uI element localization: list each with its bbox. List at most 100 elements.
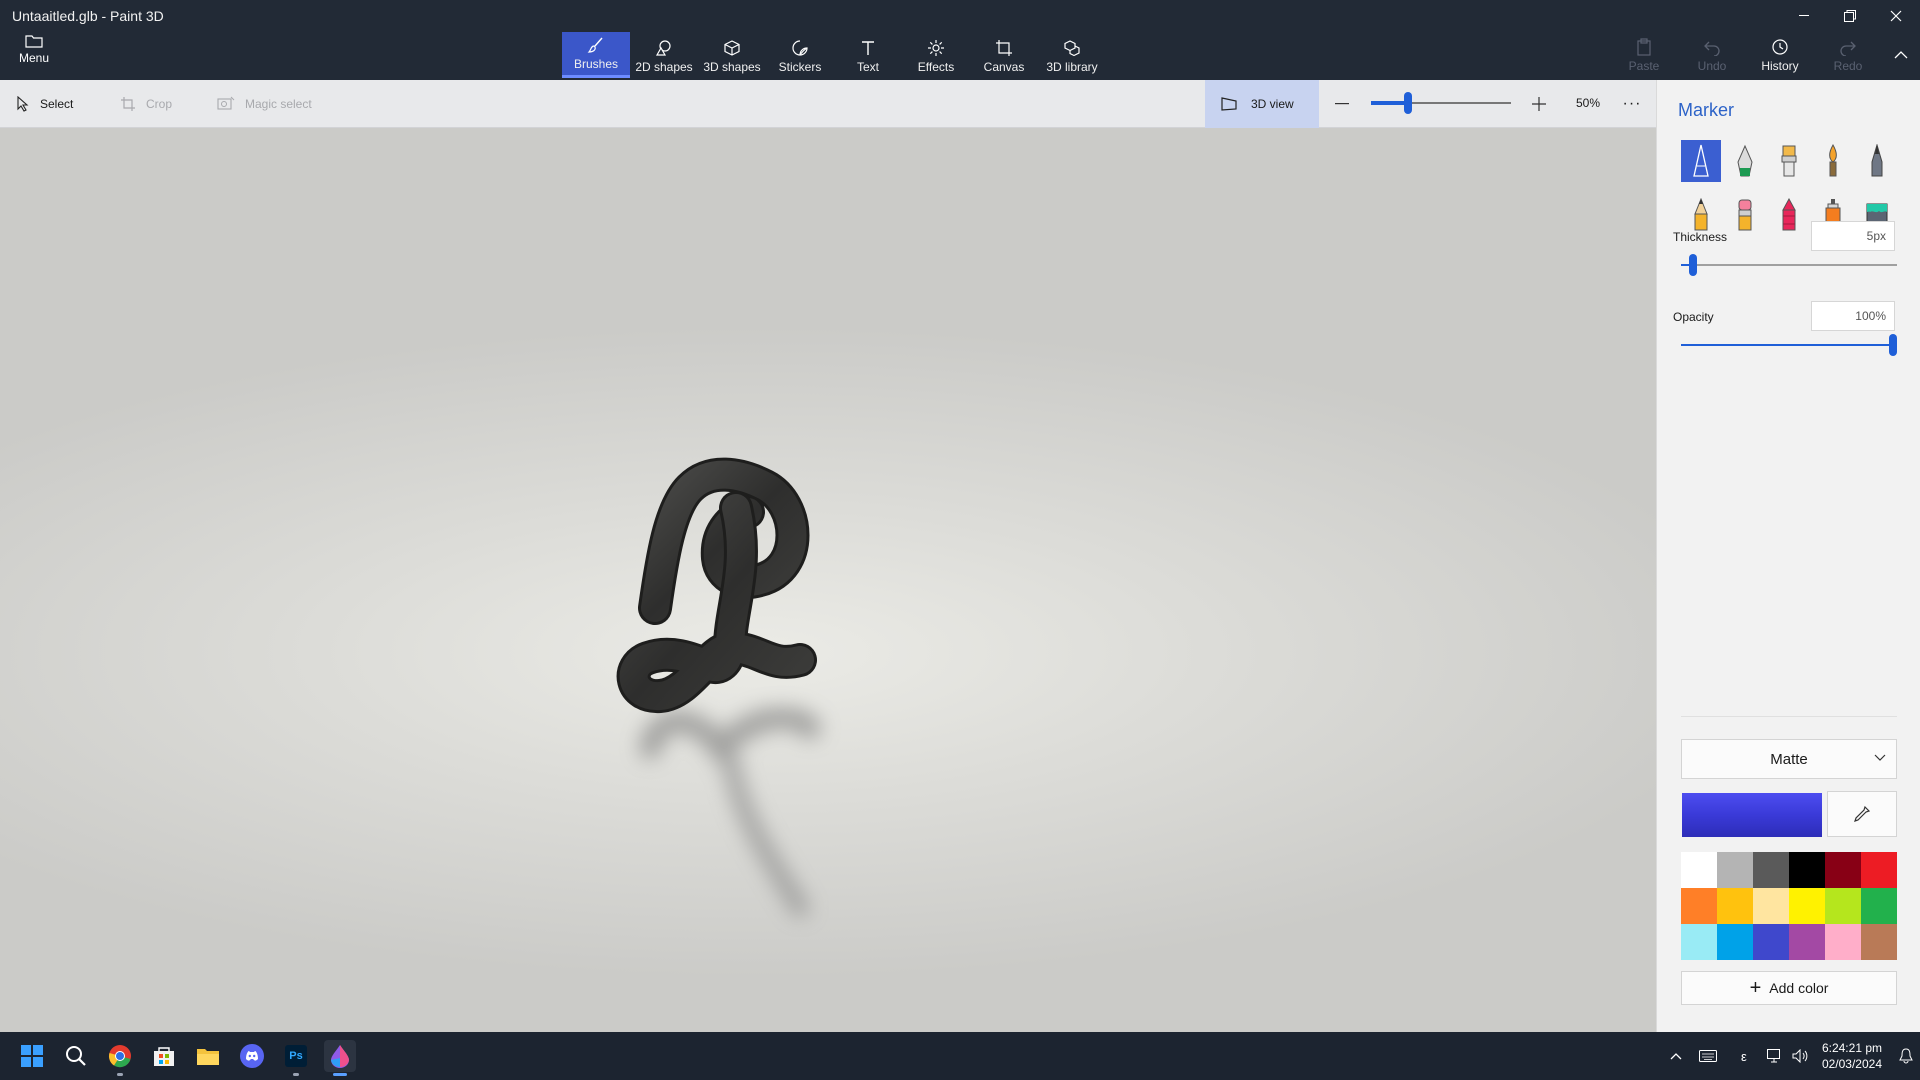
tab-effects[interactable]: Effects	[902, 32, 970, 78]
panel-divider	[1681, 716, 1897, 717]
3d-shapes-icon	[724, 40, 740, 56]
thickness-label: Thickness	[1673, 230, 1728, 244]
thickness-slider-thumb[interactable]	[1689, 254, 1697, 276]
taskbar: Ps ε 6:24:21 pm 02/03/2024	[0, 1032, 1920, 1080]
color-swatch[interactable]	[1717, 888, 1753, 924]
volume-button[interactable]	[1788, 1049, 1812, 1063]
zoom-level: 50%	[1576, 96, 1601, 110]
file-explorer-app[interactable]	[192, 1040, 224, 1072]
color-swatch[interactable]	[1861, 924, 1897, 960]
input-method-indicator[interactable]: ε	[1726, 1049, 1762, 1064]
photoshop-app[interactable]: Ps	[280, 1040, 312, 1076]
pixel-pen-brush[interactable]	[1857, 140, 1897, 182]
file-explorer-icon	[197, 1049, 219, 1065]
eyedropper-icon	[1854, 805, 1871, 822]
zoom-slider-thumb[interactable]	[1404, 92, 1412, 114]
eyedropper-button[interactable]	[1827, 791, 1897, 837]
paint3d-app[interactable]	[324, 1040, 356, 1076]
zoom-in-button[interactable]	[1527, 92, 1551, 116]
color-swatch[interactable]	[1861, 852, 1897, 888]
tab-label: Text	[856, 60, 879, 74]
search-button[interactable]	[60, 1040, 92, 1072]
tab-3d-shapes[interactable]: 3D shapes	[698, 32, 766, 78]
history-button[interactable]: History	[1746, 32, 1814, 78]
add-color-button[interactable]: + Add color	[1681, 971, 1897, 1005]
add-color-label: Add color	[1769, 980, 1829, 996]
zoom-out-button[interactable]	[1330, 93, 1354, 115]
calligraphy-pen-icon	[1737, 144, 1753, 177]
restore-button[interactable]	[1832, 4, 1868, 28]
3d-letter-model[interactable]	[600, 408, 920, 808]
pixel-pen-icon	[1871, 144, 1883, 177]
color-swatch[interactable]	[1753, 888, 1789, 924]
tab-3d-library[interactable]: 3D library	[1038, 32, 1106, 78]
notifications-button[interactable]	[1892, 1048, 1920, 1064]
brushes-panel: Marker Thickness 5px Opacity 100% Matte …	[1656, 80, 1920, 1032]
menu-button[interactable]: Menu	[10, 34, 58, 74]
eraser-brush[interactable]	[1725, 194, 1765, 236]
color-swatch[interactable]	[1681, 888, 1717, 924]
tab-label: Stickers	[778, 60, 822, 74]
color-swatch[interactable]	[1825, 852, 1861, 888]
color-swatch[interactable]	[1825, 888, 1861, 924]
undo-button[interactable]: Undo	[1678, 32, 1746, 78]
discord-app[interactable]	[236, 1040, 268, 1072]
3d-view-toggle[interactable]: 3D view	[1205, 80, 1319, 128]
finish-dropdown[interactable]: Matte	[1681, 739, 1897, 779]
tab-canvas[interactable]: Canvas	[970, 32, 1038, 78]
color-swatch[interactable]	[1825, 924, 1861, 960]
touch-keyboard-button[interactable]	[1690, 1050, 1726, 1062]
color-swatch[interactable]	[1681, 852, 1717, 888]
color-swatch[interactable]	[1861, 888, 1897, 924]
tab-2d-shapes[interactable]: 2D shapes	[630, 32, 698, 78]
edit-toolbar: Paste Undo History Redo	[1610, 32, 1920, 78]
magic-select-icon	[217, 96, 235, 110]
color-swatch[interactable]	[1753, 852, 1789, 888]
thickness-slider[interactable]	[1681, 254, 1897, 276]
more-options-button[interactable]: ···	[1620, 93, 1644, 115]
tab-brushes[interactable]: Brushes	[562, 32, 630, 78]
tab-label: 3D shapes	[703, 60, 761, 74]
select-button[interactable]: Select	[16, 80, 73, 128]
marker-brush[interactable]	[1681, 140, 1721, 182]
store-app[interactable]	[148, 1040, 180, 1072]
oil-brush[interactable]	[1769, 140, 1809, 182]
network-button[interactable]	[1762, 1049, 1788, 1063]
crayon-brush[interactable]	[1769, 194, 1809, 236]
opacity-slider[interactable]	[1681, 334, 1897, 356]
minimize-button[interactable]	[1786, 4, 1822, 28]
watercolor-brush[interactable]	[1813, 140, 1853, 182]
current-color-swatch[interactable]	[1682, 793, 1822, 837]
show-hidden-icons-button[interactable]	[1662, 1052, 1690, 1060]
network-icon	[1766, 1049, 1780, 1063]
clock[interactable]: 6:24:21 pm 02/03/2024	[1822, 1040, 1882, 1072]
clock-date: 02/03/2024	[1821, 1057, 1882, 1071]
redo-button[interactable]: Redo	[1814, 32, 1882, 78]
color-swatch[interactable]	[1681, 924, 1717, 960]
color-swatch[interactable]	[1717, 852, 1753, 888]
start-icon	[21, 1045, 43, 1067]
collapse-ribbon-button[interactable]	[1882, 32, 1920, 78]
color-swatch[interactable]	[1753, 924, 1789, 960]
close-window-button[interactable]	[1878, 4, 1914, 28]
zoom-slider[interactable]	[1371, 92, 1511, 114]
opacity-slider-thumb[interactable]	[1889, 334, 1897, 356]
tab-stickers[interactable]: Stickers	[766, 32, 834, 78]
calligraphy-pen-brush[interactable]	[1725, 140, 1765, 182]
magic-select-button[interactable]: Magic select	[217, 80, 312, 128]
chrome-app[interactable]	[104, 1040, 136, 1076]
tab-text[interactable]: Text	[834, 32, 902, 78]
crop-button[interactable]: Crop	[120, 80, 172, 128]
color-swatch[interactable]	[1789, 924, 1825, 960]
color-swatch[interactable]	[1717, 924, 1753, 960]
opacity-input[interactable]: 100%	[1811, 301, 1895, 331]
redo-icon	[1840, 41, 1856, 56]
canvas-area[interactable]	[0, 128, 1656, 1032]
paste-button[interactable]: Paste	[1610, 32, 1678, 78]
color-swatch[interactable]	[1789, 888, 1825, 924]
stickers-icon	[792, 40, 808, 56]
thickness-input[interactable]: 5px	[1811, 221, 1895, 251]
start-button[interactable]	[16, 1040, 48, 1072]
bell-icon	[1899, 1048, 1913, 1064]
color-swatch[interactable]	[1789, 852, 1825, 888]
